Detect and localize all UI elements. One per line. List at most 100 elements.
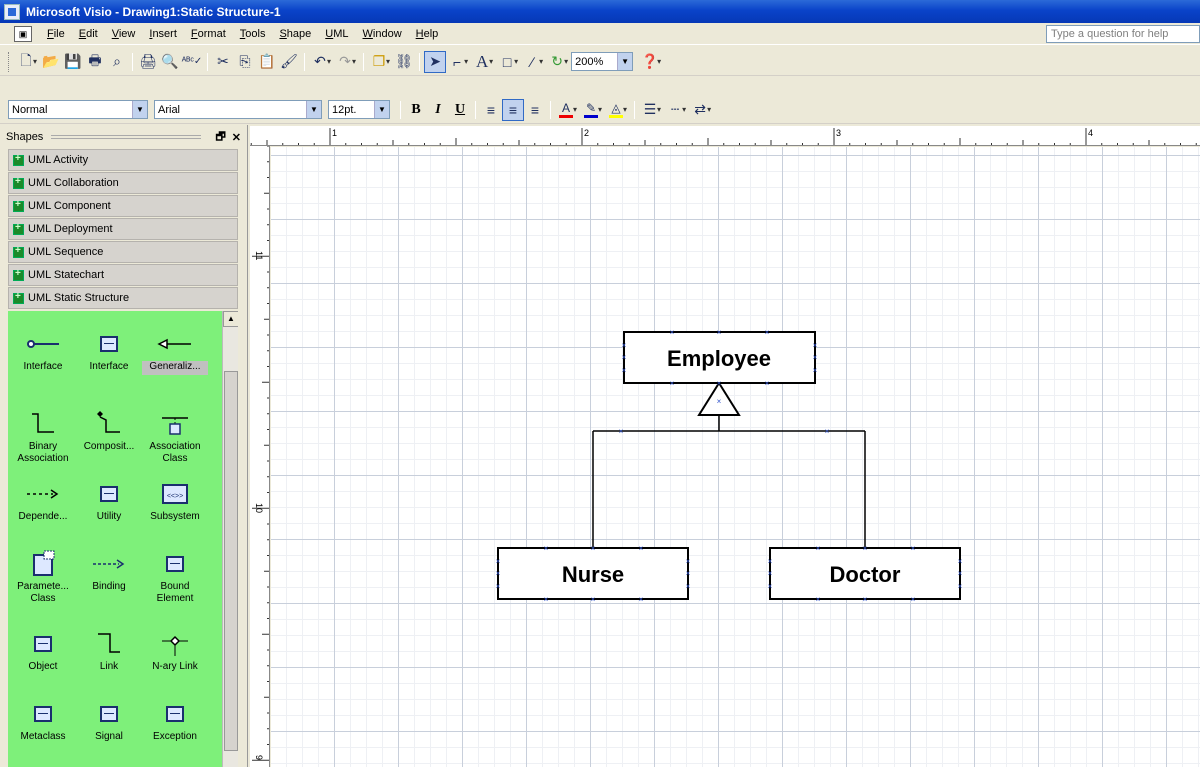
line-ends-dropdown-icon[interactable]: ▾ bbox=[707, 105, 711, 114]
master-dependency[interactable]: Depende... bbox=[10, 477, 76, 537]
font-color-dropdown-icon[interactable]: ▾ bbox=[573, 105, 577, 114]
master-binary-association[interactable]: Binary Association bbox=[10, 407, 76, 467]
style-select[interactable]: Normal ▼ bbox=[8, 100, 148, 119]
toolbar-options-icon[interactable]: ▾ bbox=[657, 57, 661, 66]
scroll-up-icon[interactable]: ▲ bbox=[223, 311, 238, 327]
connection-point-icon[interactable]: × bbox=[591, 544, 596, 553]
connection-point-icon[interactable]: × bbox=[958, 569, 963, 578]
class-doctor[interactable]: Doctor bbox=[769, 547, 961, 600]
close-icon[interactable]: ✕ bbox=[232, 131, 241, 144]
line-dropdown-icon[interactable]: ▾ bbox=[539, 57, 543, 66]
master-association-class[interactable]: Association Class bbox=[142, 407, 208, 467]
connection-point-icon[interactable]: × bbox=[591, 595, 596, 604]
master-nary-link[interactable]: N-ary Link bbox=[142, 627, 208, 687]
scroll-thumb[interactable] bbox=[224, 371, 238, 751]
font-size-select[interactable]: 12pt. ▼ bbox=[328, 100, 390, 119]
menu-shape[interactable]: Shape bbox=[272, 24, 318, 44]
menu-window[interactable]: Window bbox=[356, 24, 409, 44]
stencil-uml-collaboration[interactable]: UML Collaboration bbox=[8, 172, 238, 194]
menu-help[interactable]: Help bbox=[409, 24, 446, 44]
master-parameterized-class[interactable]: Paramete... Class bbox=[10, 547, 76, 607]
connection-point-icon[interactable]: × bbox=[958, 582, 963, 591]
rectangle-dropdown-icon[interactable]: ▾ bbox=[514, 57, 518, 66]
connection-point-icon[interactable]: × bbox=[496, 569, 501, 578]
font-select[interactable]: Arial ▼ bbox=[154, 100, 322, 119]
master-utility[interactable]: Utility bbox=[76, 477, 142, 537]
class-employee[interactable]: Employee bbox=[623, 331, 816, 384]
drawing-canvas[interactable]: Employee Nurse Doctor × × × × × × × × × × × × × × × × × ×… bbox=[271, 147, 1200, 767]
save-icon[interactable]: 💾 bbox=[62, 51, 84, 73]
connection-point-icon[interactable]: × bbox=[544, 595, 549, 604]
permission-icon[interactable]: 🖶 bbox=[84, 51, 106, 73]
copy-icon[interactable]: ⎘ bbox=[234, 51, 256, 73]
pane-grip[interactable] bbox=[51, 135, 202, 139]
connection-point-icon[interactable]: × bbox=[639, 544, 644, 553]
align-right-icon[interactable]: ≡ bbox=[524, 99, 546, 121]
new-dropdown-icon[interactable]: ▾ bbox=[33, 57, 37, 66]
cut-icon[interactable]: ✂ bbox=[212, 51, 234, 73]
master-exception[interactable]: Exception bbox=[142, 697, 208, 757]
master-generalization[interactable]: Generaliz... bbox=[142, 327, 208, 375]
stencil-uml-static-structure[interactable]: UML Static Structure bbox=[8, 287, 238, 309]
connection-point-icon[interactable]: × bbox=[622, 366, 627, 375]
connection-point-icon[interactable]: × bbox=[911, 595, 916, 604]
underline-button[interactable]: U bbox=[449, 99, 471, 121]
connection-point-icon[interactable]: × bbox=[670, 379, 675, 388]
print-preview-icon[interactable]: 🔍 bbox=[159, 51, 181, 73]
line-weight-dropdown-icon[interactable]: ▾ bbox=[657, 105, 661, 114]
format-painter-icon[interactable]: 🖌 bbox=[278, 51, 300, 73]
hyperlink-icon[interactable]: ⛓ bbox=[393, 51, 415, 73]
connection-point-icon[interactable]: × bbox=[686, 557, 691, 566]
stencil-uml-statechart[interactable]: UML Statechart bbox=[8, 264, 238, 286]
connection-point-icon[interactable]: × bbox=[911, 544, 916, 553]
connection-point-icon[interactable]: × bbox=[496, 557, 501, 566]
pointer-tool-icon[interactable]: ➤ bbox=[424, 50, 447, 73]
stencil-uml-component[interactable]: UML Component bbox=[8, 195, 238, 217]
menu-uml[interactable]: UML bbox=[318, 24, 355, 44]
align-center-icon[interactable]: ≡ bbox=[502, 98, 524, 121]
line-color-dropdown-icon[interactable]: ▾ bbox=[598, 105, 602, 114]
connection-point-icon[interactable]: × bbox=[765, 379, 770, 388]
connection-point-icon[interactable]: × bbox=[816, 544, 821, 553]
stencil-uml-activity[interactable]: UML Activity bbox=[8, 149, 238, 171]
connection-point-icon[interactable]: × bbox=[619, 427, 624, 436]
menu-file[interactable]: File bbox=[40, 24, 72, 44]
rotate-dropdown-icon[interactable]: ▾ bbox=[564, 57, 568, 66]
print-icon[interactable]: 🖨 bbox=[137, 51, 159, 73]
menu-view[interactable]: View bbox=[105, 24, 143, 44]
connection-point-icon[interactable]: × bbox=[813, 341, 818, 350]
research-icon[interactable]: ⌕ bbox=[106, 51, 128, 73]
connection-point-icon[interactable]: × bbox=[717, 328, 722, 337]
connection-point-icon[interactable]: × bbox=[813, 353, 818, 362]
stencil-uml-deployment[interactable]: UML Deployment bbox=[8, 218, 238, 240]
menu-format[interactable]: Format bbox=[184, 24, 233, 44]
generalization-connector[interactable] bbox=[592, 381, 866, 547]
connection-point-icon[interactable]: × bbox=[958, 557, 963, 566]
master-signal[interactable]: Signal bbox=[76, 697, 142, 757]
horizontal-ruler[interactable]: 1 2 3 4 bbox=[250, 126, 1200, 146]
undo-dropdown-icon[interactable]: ▾ bbox=[327, 57, 331, 66]
master-interface-lollipop[interactable]: Interface bbox=[10, 327, 76, 387]
shapes-dropdown-icon[interactable]: ▾ bbox=[386, 57, 390, 66]
connection-point-icon[interactable]: × bbox=[686, 582, 691, 591]
zoom-select[interactable]: 200% ▼ bbox=[571, 52, 634, 71]
connection-point-icon[interactable]: × bbox=[639, 595, 644, 604]
connector-dropdown-icon[interactable]: ▾ bbox=[464, 57, 468, 66]
paste-icon[interactable]: 📋 bbox=[256, 51, 278, 73]
master-binding[interactable]: Binding bbox=[76, 547, 142, 607]
vertical-ruler[interactable]: 11 10 9 bbox=[250, 146, 270, 767]
toolbar-grip[interactable] bbox=[8, 51, 11, 72]
connection-point-icon[interactable]: × bbox=[686, 569, 691, 578]
connection-point-icon[interactable]: × bbox=[813, 366, 818, 375]
ask-question-input[interactable]: Type a question for help bbox=[1046, 25, 1200, 43]
connection-point-icon[interactable]: × bbox=[816, 595, 821, 604]
connection-point-icon[interactable]: × bbox=[863, 544, 868, 553]
chevron-down-icon[interactable]: ▼ bbox=[306, 101, 321, 118]
connection-point-icon[interactable]: × bbox=[768, 569, 773, 578]
redo-dropdown-icon[interactable]: ▾ bbox=[352, 57, 356, 66]
connection-point-icon[interactable]: × bbox=[717, 397, 722, 406]
connection-point-icon[interactable]: × bbox=[622, 341, 627, 350]
connection-point-icon[interactable]: × bbox=[825, 427, 830, 436]
connection-point-icon[interactable]: × bbox=[622, 353, 627, 362]
chevron-down-icon[interactable]: ▼ bbox=[374, 101, 389, 118]
